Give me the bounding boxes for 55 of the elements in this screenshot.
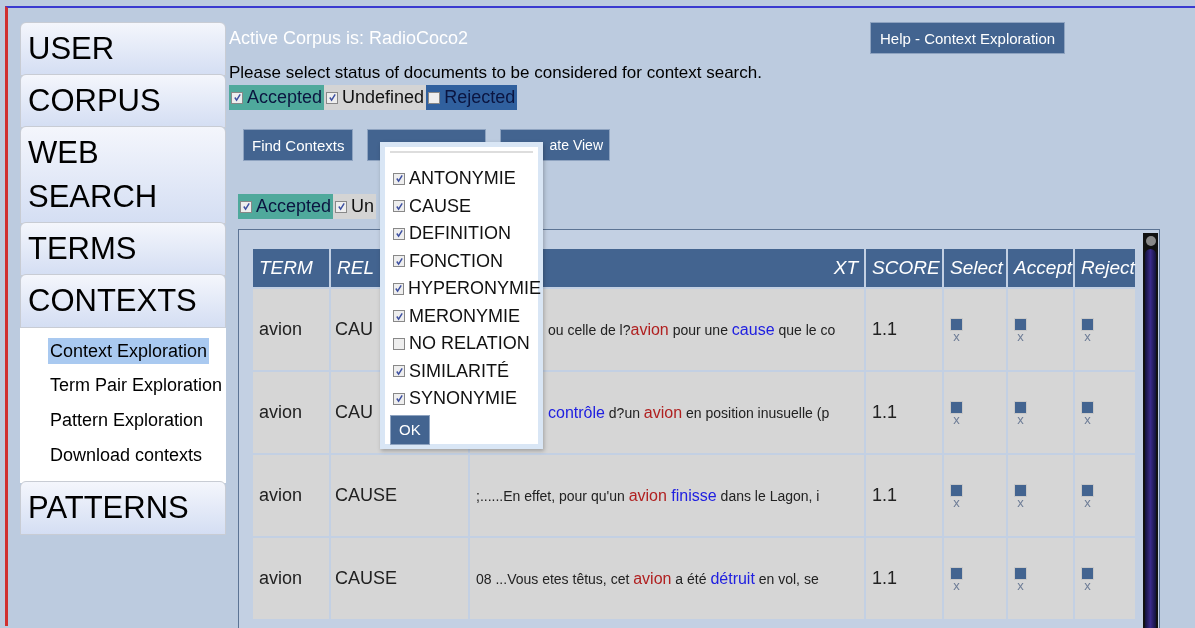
checkbox[interactable]: [393, 310, 405, 323]
checkbox[interactable]: [326, 91, 339, 104]
context-text: ;......En effet, pour qu'un avion finisse dans le Lagon, i: [470, 455, 864, 536]
checkbox[interactable]: [393, 200, 405, 213]
checkbox[interactable]: [428, 91, 441, 104]
menu-item[interactable]: USER: [20, 22, 226, 76]
column-header[interactable]: SCORE: [866, 249, 942, 287]
column-header[interactable]: Select: [944, 249, 1006, 287]
menu-item[interactable]: CONTEXTS: [20, 274, 226, 328]
checkbox[interactable]: [393, 392, 405, 405]
table-cell: 1.1: [866, 455, 942, 536]
submenu-item[interactable]: Context Exploration: [48, 338, 210, 364]
checkbox[interactable]: [393, 337, 405, 350]
submenu-item[interactable]: Term Pair Exploration: [50, 368, 223, 403]
checkbox[interactable]: [393, 282, 404, 295]
checkbox[interactable]: [231, 91, 243, 104]
instruction-text: Please select status of documents to be considered for context search.: [229, 63, 763, 83]
column-header[interactable]: Accept: [1008, 249, 1073, 287]
filter-label: Undefined: [342, 87, 425, 108]
table-cell: avion: [253, 538, 329, 619]
active-corpus-title: Active Corpus is: RadioCoco2: [229, 28, 470, 49]
action-button[interactable]: Find Contexts: [243, 129, 353, 161]
option-label: CAUSE: [409, 195, 471, 217]
table-cell: avion: [253, 455, 329, 536]
menu-item[interactable]: WEB SEARCH: [20, 126, 226, 224]
menu-item[interactable]: PATTERNS: [20, 481, 226, 535]
checkbox[interactable]: [335, 200, 348, 213]
menu-item[interactable]: CORPUS: [20, 74, 226, 128]
submenu-item[interactable]: Pattern Exploration: [50, 403, 204, 438]
checkbox[interactable]: [393, 255, 405, 268]
scrollbar[interactable]: [1143, 233, 1158, 628]
submenu-item[interactable]: Download contexts: [50, 438, 203, 473]
context-text: 08 ...Vous etes têtus, cet avion a été détruit en vol, se: [470, 538, 864, 619]
option-label: ANTONYMIE: [409, 168, 516, 190]
filter-label: Accepted: [256, 196, 332, 217]
table-cell: 1.1: [866, 289, 942, 370]
table-cell: 1.1: [866, 538, 942, 619]
column-header[interactable]: TERM: [253, 249, 329, 287]
filter-label: Rejected: [444, 87, 516, 108]
table-cell: CAUSE: [331, 538, 468, 619]
table-cell: CAUSE: [331, 455, 468, 536]
table-cell: 1.1: [866, 372, 942, 453]
checkbox[interactable]: [393, 172, 405, 185]
column-header[interactable]: Reject: [1075, 249, 1135, 287]
help-button[interactable]: Help - Context Exploration: [870, 22, 1066, 54]
checkbox[interactable]: [393, 365, 405, 378]
option-label: DEFINITION: [409, 223, 511, 245]
filter-label: Accepted: [247, 87, 323, 108]
filter-label: Un: [351, 196, 375, 217]
checkbox[interactable]: [240, 200, 252, 213]
table-cell: avion: [253, 372, 329, 453]
ok-button[interactable]: OK: [390, 414, 430, 445]
menu-item[interactable]: TERMS: [20, 222, 226, 276]
table-cell: avion: [253, 289, 329, 370]
checkbox[interactable]: [393, 227, 405, 240]
